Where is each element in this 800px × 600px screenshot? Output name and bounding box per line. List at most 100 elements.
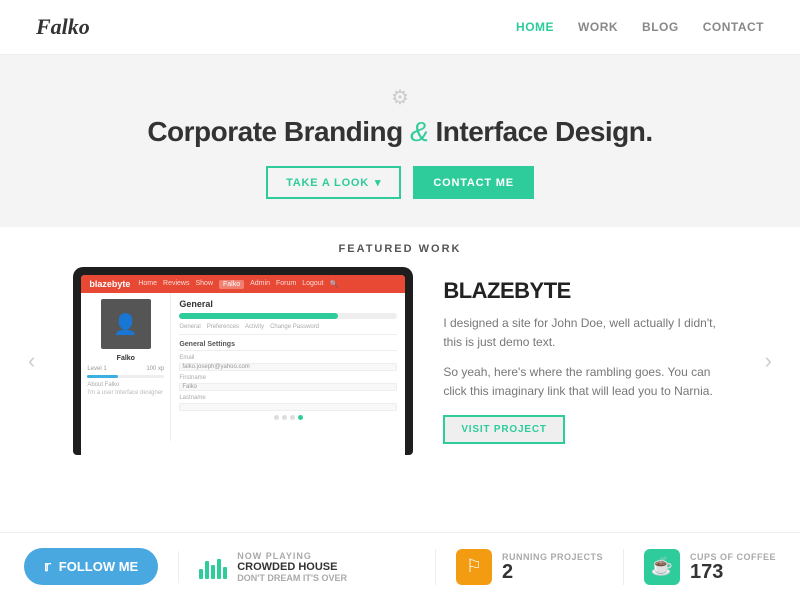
tab-general: General	[179, 324, 200, 330]
firstname-field[interactable]: Falko	[179, 383, 397, 391]
hero-section: ⚙ Corporate Branding & Interface Design.…	[0, 55, 800, 227]
hero-title-part1: Corporate Branding	[147, 116, 402, 147]
tab-activity: Activity	[245, 324, 264, 330]
tab-preferences: Preferences	[207, 324, 239, 330]
laptop-frame: blazebyte Home Reviews Show Falko Admin …	[73, 267, 413, 455]
take-look-label: TAKE A LOOK	[286, 177, 369, 189]
email-label: Email	[179, 355, 397, 361]
tab-change-password: Change Password	[270, 324, 319, 330]
header: Falko HOME WORK BLOG CONTACT	[0, 0, 800, 55]
hero-title: Corporate Branding & Interface Design.	[147, 116, 652, 148]
logo: Falko	[36, 14, 90, 40]
laptop-screen: blazebyte Home Reviews Show Falko Admin …	[81, 275, 405, 455]
footer-bar: 𝕣 FOLLOW ME NOW PLAYING CROWDED HOUSE DO…	[0, 532, 800, 600]
browser-nav-forum: Forum	[276, 280, 296, 289]
avatar: 👤	[101, 299, 151, 349]
hero-buttons: TAKE A LOOK ▾ CONTACT ME	[266, 166, 534, 199]
song-title: CROWDED HOUSE	[237, 561, 415, 573]
page-wrapper: Falko HOME WORK BLOG CONTACT ⚙ Corporate…	[0, 0, 800, 600]
profile-progress	[179, 313, 397, 319]
featured-content: ‹ blazebyte Home Reviews Show Falko	[0, 267, 800, 455]
work-title: BLAZEBYTE	[443, 278, 716, 304]
laptop-mockup: blazebyte Home Reviews Show Falko Admin …	[73, 267, 413, 455]
browser-content: 👤 Falko Level 1 100 xp About Falko	[81, 293, 405, 441]
running-projects-icon: ⚐	[456, 549, 492, 585]
browser-search-icon: 🔍	[330, 280, 339, 289]
carousel-prev-arrow[interactable]: ‹	[20, 348, 43, 374]
running-projects-text: RUNNING PROJECTS 2	[502, 552, 603, 582]
browser-nav-admin: Admin	[250, 280, 270, 289]
browser-bar: blazebyte Home Reviews Show Falko Admin …	[81, 275, 405, 293]
contact-me-button[interactable]: CONTACT ME	[413, 166, 534, 199]
level-bar-fill	[87, 375, 118, 378]
bar-3	[211, 565, 215, 579]
carousel-dots	[179, 415, 397, 420]
sidebar-name: Falko	[87, 355, 164, 362]
tool-icon: ⚙	[391, 85, 409, 110]
lastname-field[interactable]	[179, 403, 397, 411]
bar-4	[217, 559, 221, 579]
level-label: Level 1	[87, 366, 106, 372]
level-max: 100 xp	[146, 366, 164, 372]
browser-logo: blazebyte	[89, 279, 130, 289]
music-bars-icon	[199, 555, 227, 579]
dot-3	[290, 415, 295, 420]
dropdown-arrow-icon: ▾	[375, 176, 381, 189]
hero-title-part2: Interface Design.	[436, 116, 653, 147]
coffee-block: ☕ CUPS OF COFFEE 173	[623, 549, 776, 585]
twitter-icon: 𝕣	[44, 558, 51, 575]
browser-nav-reviews: Reviews	[163, 280, 189, 289]
dot-2	[282, 415, 287, 420]
coffee-text: CUPS OF COFFEE 173	[690, 552, 776, 582]
coffee-icon: ☕	[644, 549, 680, 585]
browser-sidebar: 👤 Falko Level 1 100 xp About Falko	[81, 293, 171, 441]
browser-nav: Home Reviews Show Falko Admin Forum Logo…	[138, 280, 338, 289]
bar-1	[199, 569, 203, 579]
visit-project-button[interactable]: VISIT PROJECT	[443, 415, 564, 444]
bar-2	[205, 561, 209, 579]
firstname-label: Firstname	[179, 375, 397, 381]
browser-nav-falko: Falko	[219, 280, 244, 289]
running-projects-label: RUNNING PROJECTS	[502, 552, 603, 562]
coffee-label: CUPS OF COFFEE	[690, 552, 776, 562]
browser-nav-show: Show	[195, 280, 213, 289]
dot-1	[274, 415, 279, 420]
nav-home[interactable]: HOME	[516, 20, 554, 34]
settings-tabs: General Preferences Activity Change Pass…	[179, 324, 397, 335]
song-subtitle: DON'T DREAM IT'S OVER	[237, 573, 415, 583]
about-section-text: I'm a user Interface designer	[87, 390, 164, 396]
browser-nav-home: Home	[138, 280, 157, 289]
main-nav: HOME WORK BLOG CONTACT	[516, 20, 764, 34]
work-description: BLAZEBYTE I designed a site for John Doe…	[443, 278, 726, 444]
coffee-count: 173	[690, 562, 776, 582]
take-a-look-button[interactable]: TAKE A LOOK ▾	[266, 166, 401, 199]
hero-amp: &	[410, 116, 435, 147]
browser-main: General General Preferences Activity Cha…	[171, 293, 405, 441]
work-text-1: I designed a site for John Doe, well act…	[443, 314, 716, 352]
main-title: General	[179, 299, 397, 309]
progress-fill	[179, 313, 338, 319]
carousel-next-arrow[interactable]: ›	[757, 348, 780, 374]
now-playing-text: NOW PLAYING CROWDED HOUSE DON'T DREAM IT…	[237, 551, 415, 583]
dot-4	[298, 415, 303, 420]
about-section-label: About Falko	[87, 382, 164, 388]
level-bar	[87, 375, 164, 378]
nav-contact[interactable]: CONTACT	[703, 20, 764, 34]
email-field[interactable]: falko.joseph@yahoo.com	[179, 363, 397, 371]
running-projects-count: 2	[502, 562, 603, 582]
nav-blog[interactable]: BLOG	[642, 20, 679, 34]
featured-section: FEATURED WORK ‹ blazebyte Home Reviews S…	[0, 227, 800, 532]
lastname-label: Lastname	[179, 395, 397, 401]
nav-work[interactable]: WORK	[578, 20, 618, 34]
featured-label: FEATURED WORK	[339, 243, 462, 255]
general-settings-title: General Settings	[179, 341, 397, 351]
now-playing-label: NOW PLAYING	[237, 551, 415, 561]
browser-nav-logout: Logout	[302, 280, 323, 289]
sidebar-level: Level 1 100 xp	[87, 366, 164, 372]
now-playing-block: NOW PLAYING CROWDED HOUSE DON'T DREAM IT…	[178, 551, 415, 583]
bar-5	[223, 567, 227, 579]
running-projects-block: ⚐ RUNNING PROJECTS 2	[435, 549, 603, 585]
follow-label: FOLLOW ME	[59, 559, 138, 574]
follow-me-button[interactable]: 𝕣 FOLLOW ME	[24, 548, 158, 585]
work-text-2: So yeah, here's where the rambling goes.…	[443, 363, 716, 401]
